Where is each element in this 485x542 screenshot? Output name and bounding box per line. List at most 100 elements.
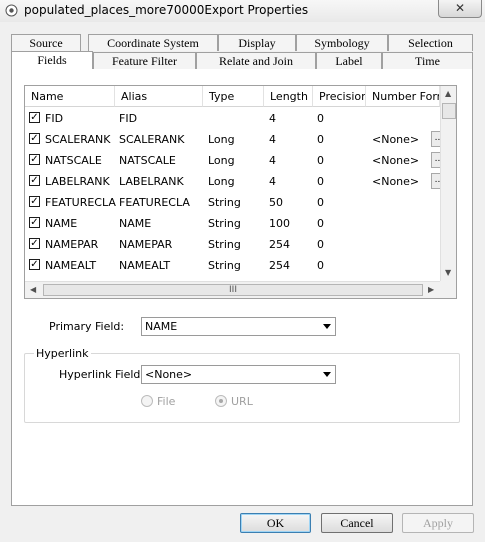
primary-field-label: Primary Field: bbox=[49, 320, 125, 333]
cell-alias: NAMEALT bbox=[119, 259, 171, 272]
url-radio-label: URL bbox=[231, 395, 253, 408]
cell-length: 100 bbox=[269, 217, 290, 230]
primary-field-value: NAME bbox=[145, 320, 178, 333]
horizontal-scroll-thumb[interactable]: III bbox=[43, 284, 423, 296]
cell-length: 254 bbox=[269, 238, 290, 251]
scroll-up-icon[interactable]: ▲ bbox=[445, 89, 451, 99]
cell-alias: SCALERANK bbox=[119, 133, 185, 146]
tab-label[interactable]: Label bbox=[316, 52, 382, 69]
vertical-scroll-thumb[interactable] bbox=[442, 103, 456, 119]
url-radio[interactable] bbox=[215, 395, 227, 407]
tab-feature-filter[interactable]: Feature Filter bbox=[93, 52, 196, 69]
tab-fields[interactable]: Fields bbox=[11, 51, 93, 69]
cell-name: SCALERANK bbox=[45, 133, 111, 146]
tab-relate-and-join[interactable]: Relate and Join bbox=[196, 52, 316, 69]
hyperlink-field-value: <None> bbox=[145, 368, 193, 381]
tab-display[interactable]: Display bbox=[218, 34, 296, 51]
table-row[interactable]: ✓ SCALERANK SCALERANK Long 4 0 <None>.. bbox=[25, 129, 444, 150]
field-visible-checkbox[interactable]: ✓ bbox=[29, 259, 40, 270]
primary-field-select[interactable]: NAME bbox=[141, 317, 336, 336]
hyperlink-field-label: Hyperlink Field: bbox=[59, 368, 145, 381]
field-visible-checkbox[interactable]: ✓ bbox=[29, 154, 40, 165]
column-header-precision[interactable]: Precision bbox=[313, 86, 366, 107]
hyperlink-field-select[interactable]: <None> bbox=[141, 365, 336, 384]
field-visible-checkbox[interactable]: ✓ bbox=[29, 238, 40, 249]
column-header-name[interactable]: Name bbox=[25, 86, 115, 107]
cell-type: String bbox=[208, 196, 241, 209]
cell-precision: 0 bbox=[317, 154, 324, 167]
cell-alias: NAMEPAR bbox=[119, 238, 173, 251]
file-radio-label: File bbox=[157, 395, 176, 408]
column-header-length[interactable]: Length bbox=[264, 86, 313, 107]
cell-precision: 0 bbox=[317, 112, 324, 125]
cell-format: <None> bbox=[372, 175, 420, 188]
tab-time[interactable]: Time bbox=[382, 52, 473, 69]
cell-length: 50 bbox=[269, 196, 283, 209]
cell-type: Long bbox=[208, 175, 235, 188]
cell-alias: LABELRANK bbox=[119, 175, 184, 188]
column-header-number-format[interactable]: Number Forma bbox=[366, 86, 440, 107]
chevron-down-icon bbox=[323, 372, 331, 377]
cell-format: <None> bbox=[372, 154, 420, 167]
ok-button[interactable]: OK bbox=[240, 513, 311, 533]
scroll-grip-icon: III bbox=[229, 285, 237, 295]
cell-type: Long bbox=[208, 154, 235, 167]
hyperlink-group bbox=[24, 353, 460, 423]
cell-name: NAMEPAR bbox=[45, 238, 99, 251]
window-title: populated_places_more70000Export Propert… bbox=[24, 3, 309, 17]
fields-table: Name Alias Type Length Precision Number … bbox=[24, 85, 457, 299]
cell-type: Long bbox=[208, 133, 235, 146]
tab-symbology[interactable]: Symbology bbox=[296, 34, 388, 51]
cell-name: NAMEALT bbox=[45, 259, 97, 272]
cell-alias: FID bbox=[119, 112, 138, 125]
cell-length: 254 bbox=[269, 259, 290, 272]
column-header-type[interactable]: Type bbox=[203, 86, 264, 107]
cell-alias: FEATURECLA bbox=[119, 196, 190, 209]
cell-precision: 0 bbox=[317, 133, 324, 146]
cell-precision: 0 bbox=[317, 259, 324, 272]
table-row[interactable]: ✓ NAMEALT NAMEALT String 254 0 bbox=[25, 255, 440, 276]
cell-type: String bbox=[208, 259, 241, 272]
tab-source[interactable]: Source bbox=[11, 34, 81, 51]
table-row[interactable]: ✓ LABELRANK LABELRANK Long 4 0 <None>.. bbox=[25, 171, 444, 192]
field-visible-checkbox[interactable]: ✓ bbox=[29, 217, 40, 228]
cell-length: 4 bbox=[269, 133, 276, 146]
cell-length: 4 bbox=[269, 112, 276, 125]
scroll-left-icon[interactable]: ◀ bbox=[30, 285, 36, 295]
field-visible-checkbox[interactable]: ✓ bbox=[29, 133, 40, 144]
chevron-down-icon bbox=[323, 324, 331, 329]
scroll-down-icon[interactable]: ▼ bbox=[445, 268, 451, 278]
table-row[interactable]: ✓ NATSCALE NATSCALE Long 4 0 <None>.. bbox=[25, 150, 444, 171]
cell-name: LABELRANK bbox=[45, 175, 110, 188]
table-row[interactable]: ✓ FEATURECLA FEATURECLA String 50 0 bbox=[25, 192, 440, 213]
cell-length: 4 bbox=[269, 154, 276, 167]
cell-alias: NATSCALE bbox=[119, 154, 176, 167]
apply-button[interactable]: Apply bbox=[402, 513, 474, 533]
column-header-alias[interactable]: Alias bbox=[115, 86, 203, 107]
vertical-scrollbar[interactable]: ▲ ▼ bbox=[440, 86, 456, 281]
table-row[interactable]: ✓ NAME NAME String 100 0 bbox=[25, 213, 440, 234]
close-button[interactable]: ✕ bbox=[438, 0, 482, 18]
title-bar: populated_places_more70000Export Propert… bbox=[0, 0, 485, 22]
cell-name: NATSCALE bbox=[45, 154, 102, 167]
close-icon: ✕ bbox=[454, 1, 466, 15]
file-radio[interactable] bbox=[141, 395, 153, 407]
field-visible-checkbox[interactable]: ✓ bbox=[29, 175, 40, 186]
scrollbar-corner bbox=[440, 281, 456, 298]
table-row[interactable]: ✓ FID FID 4 0 bbox=[25, 108, 440, 129]
cell-precision: 0 bbox=[317, 196, 324, 209]
tab-coordinate-system[interactable]: Coordinate System bbox=[88, 34, 218, 51]
tab-selection[interactable]: Selection bbox=[388, 34, 473, 51]
cell-name: FID bbox=[45, 112, 64, 125]
field-visible-checkbox[interactable]: ✓ bbox=[29, 196, 40, 207]
cell-precision: 0 bbox=[317, 175, 324, 188]
table-row[interactable]: ✓ NAMEPAR NAMEPAR String 254 0 bbox=[25, 234, 440, 255]
layer-properties-icon bbox=[5, 4, 18, 17]
cancel-button[interactable]: Cancel bbox=[321, 513, 393, 533]
hyperlink-group-label: Hyperlink bbox=[34, 347, 91, 360]
horizontal-scrollbar[interactable]: ◀ III ▶ bbox=[25, 281, 440, 298]
cell-type: String bbox=[208, 217, 241, 230]
scroll-right-icon[interactable]: ▶ bbox=[428, 285, 434, 295]
field-visible-checkbox[interactable]: ✓ bbox=[29, 112, 40, 123]
cell-format: <None> bbox=[372, 133, 420, 146]
